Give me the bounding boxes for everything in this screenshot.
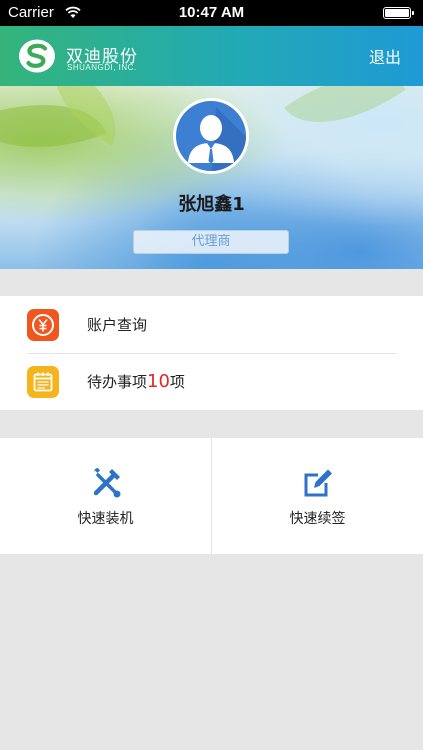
- account-query-item[interactable]: 账户查询: [0, 296, 423, 353]
- todo-label-suffix: 项: [169, 373, 185, 391]
- quick-renew-label: 快速续签: [289, 511, 346, 527]
- user-name: 张旭鑫1: [178, 194, 245, 215]
- yuan-icon: [27, 309, 59, 341]
- todo-count: 10: [147, 371, 170, 392]
- logout-button[interactable]: 退出: [369, 44, 401, 68]
- avatar[interactable]: [173, 98, 249, 174]
- quick-renew-button[interactable]: 快速续签: [212, 438, 423, 554]
- decorative-leaf: [284, 86, 406, 153]
- edit-icon: [304, 469, 332, 497]
- tools-icon: [93, 468, 120, 498]
- quick-actions-grid: 快速装机 快速续签: [0, 438, 423, 554]
- user-avatar-icon: [188, 107, 246, 171]
- account-query-label: 账户查询: [87, 316, 148, 334]
- nav-bar: 双迪股份 SHUANGDI, INC. 退出: [0, 26, 423, 86]
- role-badge: 代理商: [133, 230, 289, 254]
- brand-subtitle: SHUANGDI, INC.: [67, 63, 137, 72]
- notepad-icon: [27, 366, 59, 398]
- todo-label: 待办事项10项: [87, 371, 185, 392]
- quick-install-button[interactable]: 快速装机: [0, 438, 211, 554]
- todo-item[interactable]: 待办事项10项: [0, 353, 423, 410]
- battery-icon: [383, 7, 414, 19]
- status-bar: Carrier 10:47 AM: [0, 0, 423, 26]
- quick-install-label: 快速装机: [77, 511, 134, 527]
- menu-list: 账户查询 待办事项10项: [0, 296, 423, 410]
- clock: 10:47 AM: [178, 4, 245, 21]
- profile-banner: 张旭鑫1 代理商: [0, 86, 423, 269]
- todo-label-prefix: 待办事项: [87, 373, 148, 391]
- brand-logo-icon: [19, 39, 55, 73]
